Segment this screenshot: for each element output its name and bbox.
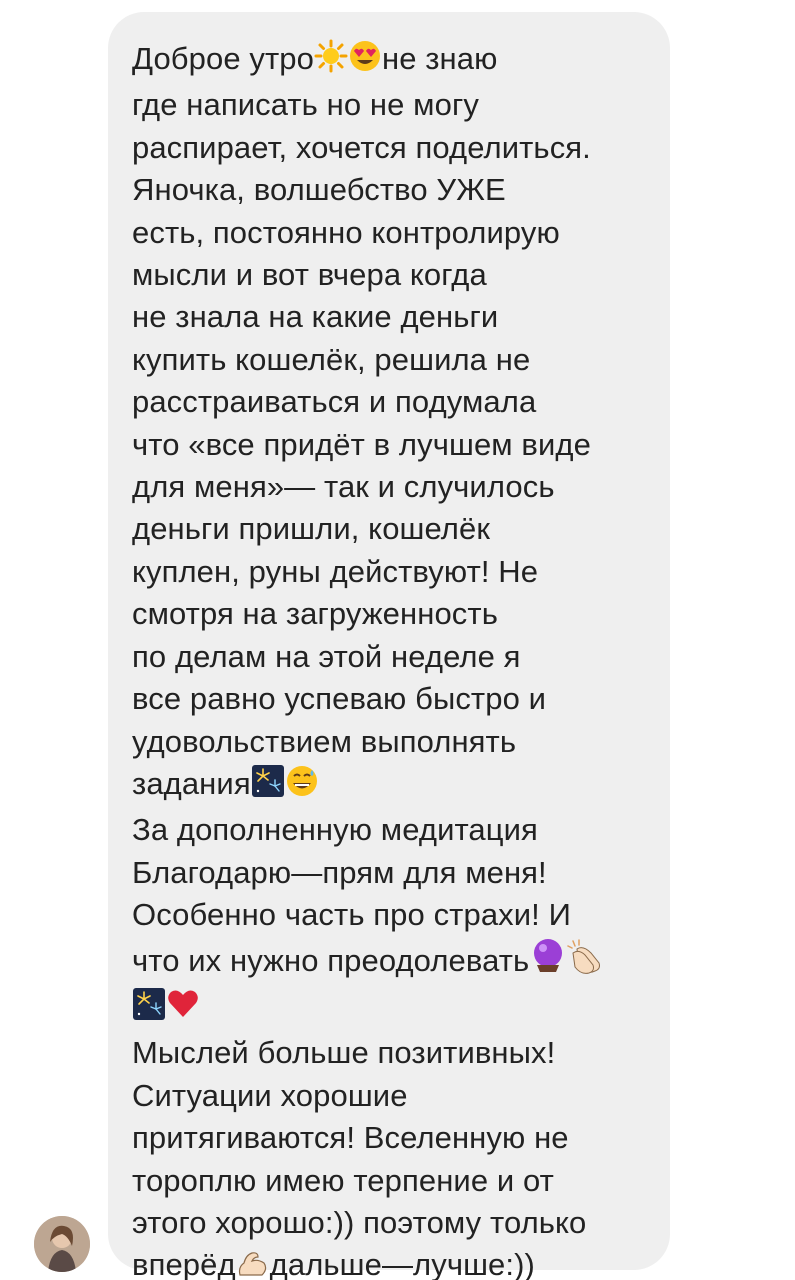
message-line-text: этого хорошо:)) поэтому только [132, 1204, 587, 1240]
message-line-text: расстраиваться и подумала [132, 384, 537, 420]
avatar-photo-icon [34, 1216, 90, 1272]
message-text: Доброе утро не знаю где написать но не мог… [132, 38, 648, 1280]
message-line: Благодарю—прям для меня! [132, 852, 648, 894]
message-line: по делам на этой неделе я [132, 636, 648, 678]
message-bubble[interactable]: Доброе утро не знаю где написать но не мог… [108, 12, 670, 1280]
message-line-text: вперёд [132, 1247, 236, 1280]
message-line: распирает, хочется поделиться. [132, 127, 648, 169]
message-line-text: Доброе утро [132, 41, 314, 76]
message-line-text: удовольствием выполнять [132, 723, 517, 759]
message-line-text: есть, постоянно контролирую [132, 214, 560, 250]
message-line: удовольствием выполнять [132, 721, 648, 763]
message-line-text: Особенно часть про страхи! И [132, 897, 571, 933]
sun-icon [314, 39, 348, 84]
message-line [132, 986, 648, 1032]
message-line: есть, постоянно контролирую [132, 212, 648, 254]
message-line-text: не знаю [381, 41, 498, 76]
message-line: Доброе утро не знаю [132, 38, 648, 84]
message-line: для меня»— так и случилось [132, 466, 648, 508]
fireworks-icon [251, 764, 285, 809]
message-line-text: где написать но не могу [132, 87, 479, 123]
message-line: что их нужно преодолевать [132, 937, 648, 986]
message-line: Яночка, волшебство УЖЕ [132, 169, 648, 211]
message-line: купить кошелёк, решила не [132, 339, 648, 381]
message-line-text: что «все придёт в лучшем виде [132, 426, 591, 462]
red-heart-icon [166, 987, 200, 1032]
message-line-text: притягиваются! Вселенную не [132, 1120, 569, 1156]
message-line-text: смотря на загруженность [132, 596, 498, 632]
message-line: задания [132, 763, 648, 809]
message-line: За дополненную медитация [132, 809, 648, 851]
message-line-text: по делам на этой неделе я [132, 638, 521, 674]
message-line: вперёд дальше—лучше:)) [132, 1244, 648, 1280]
message-line-text: Мыслей больше позитивных! [132, 1035, 556, 1071]
message-line-text: задания [132, 765, 251, 801]
message-line: этого хорошо:)) поэтому только [132, 1202, 648, 1244]
message-line-text: За дополненную медитация [132, 812, 538, 848]
message-line-text: купить кошелёк, решила не [132, 341, 531, 377]
message-line-text: деньги пришли, кошелёк [132, 511, 491, 547]
fireworks-icon [132, 987, 166, 1032]
message-line: расстраиваться и подумала [132, 381, 648, 423]
message-line: где написать но не могу [132, 84, 648, 126]
heart-eyes-icon [348, 39, 382, 84]
message-line: смотря на загруженность [132, 593, 648, 635]
message-line: все равно успеваю быстро и [132, 678, 648, 720]
message-line: тороплю имею терпение и от [132, 1160, 648, 1202]
message-line: Мыслей больше позитивных! [132, 1032, 648, 1074]
message-line-text: для меня»— так и случилось [132, 469, 555, 505]
message-line-text: тороплю имею терпение и от [132, 1162, 554, 1198]
message-line-text: Яночка, волшебство УЖЕ [132, 172, 506, 208]
message-line-text: не знала на какие деньги [132, 299, 499, 335]
message-line: Ситуации хорошие [132, 1075, 648, 1117]
message-line: не знала на какие деньги [132, 296, 648, 338]
sender-avatar[interactable] [34, 1216, 90, 1272]
message-line: деньги пришли, кошелёк [132, 508, 648, 550]
message-line-text: распирает, хочется поделиться. [132, 129, 591, 165]
message-line: притягиваются! Вселенную не [132, 1117, 648, 1159]
message-line: что «все придёт в лучшем виде [132, 424, 648, 466]
message-line-text: Ситуации хорошие [132, 1077, 408, 1113]
clapping-hands-icon [567, 938, 607, 986]
message-line: Особенно часть про страхи! И [132, 894, 648, 936]
message-line-text: дальше—лучше:)) [269, 1247, 535, 1280]
message-line-text: куплен, руны действуют! Не [132, 553, 539, 589]
message-line-text: Благодарю—прям для меня! [132, 854, 547, 890]
sweat-smile-icon [285, 764, 319, 809]
message-line-text: все равно успеваю быстро и [132, 681, 547, 717]
message-line-text: что их нужно преодолевать [132, 942, 530, 978]
message-line: мысли и вот вчера когда [132, 254, 648, 296]
crystal-ball-icon [529, 937, 567, 986]
message-line-text: мысли и вот вчера когда [132, 257, 487, 293]
message-line: куплен, руны действуют! Не [132, 551, 648, 593]
flexed-biceps-icon [236, 1248, 270, 1280]
